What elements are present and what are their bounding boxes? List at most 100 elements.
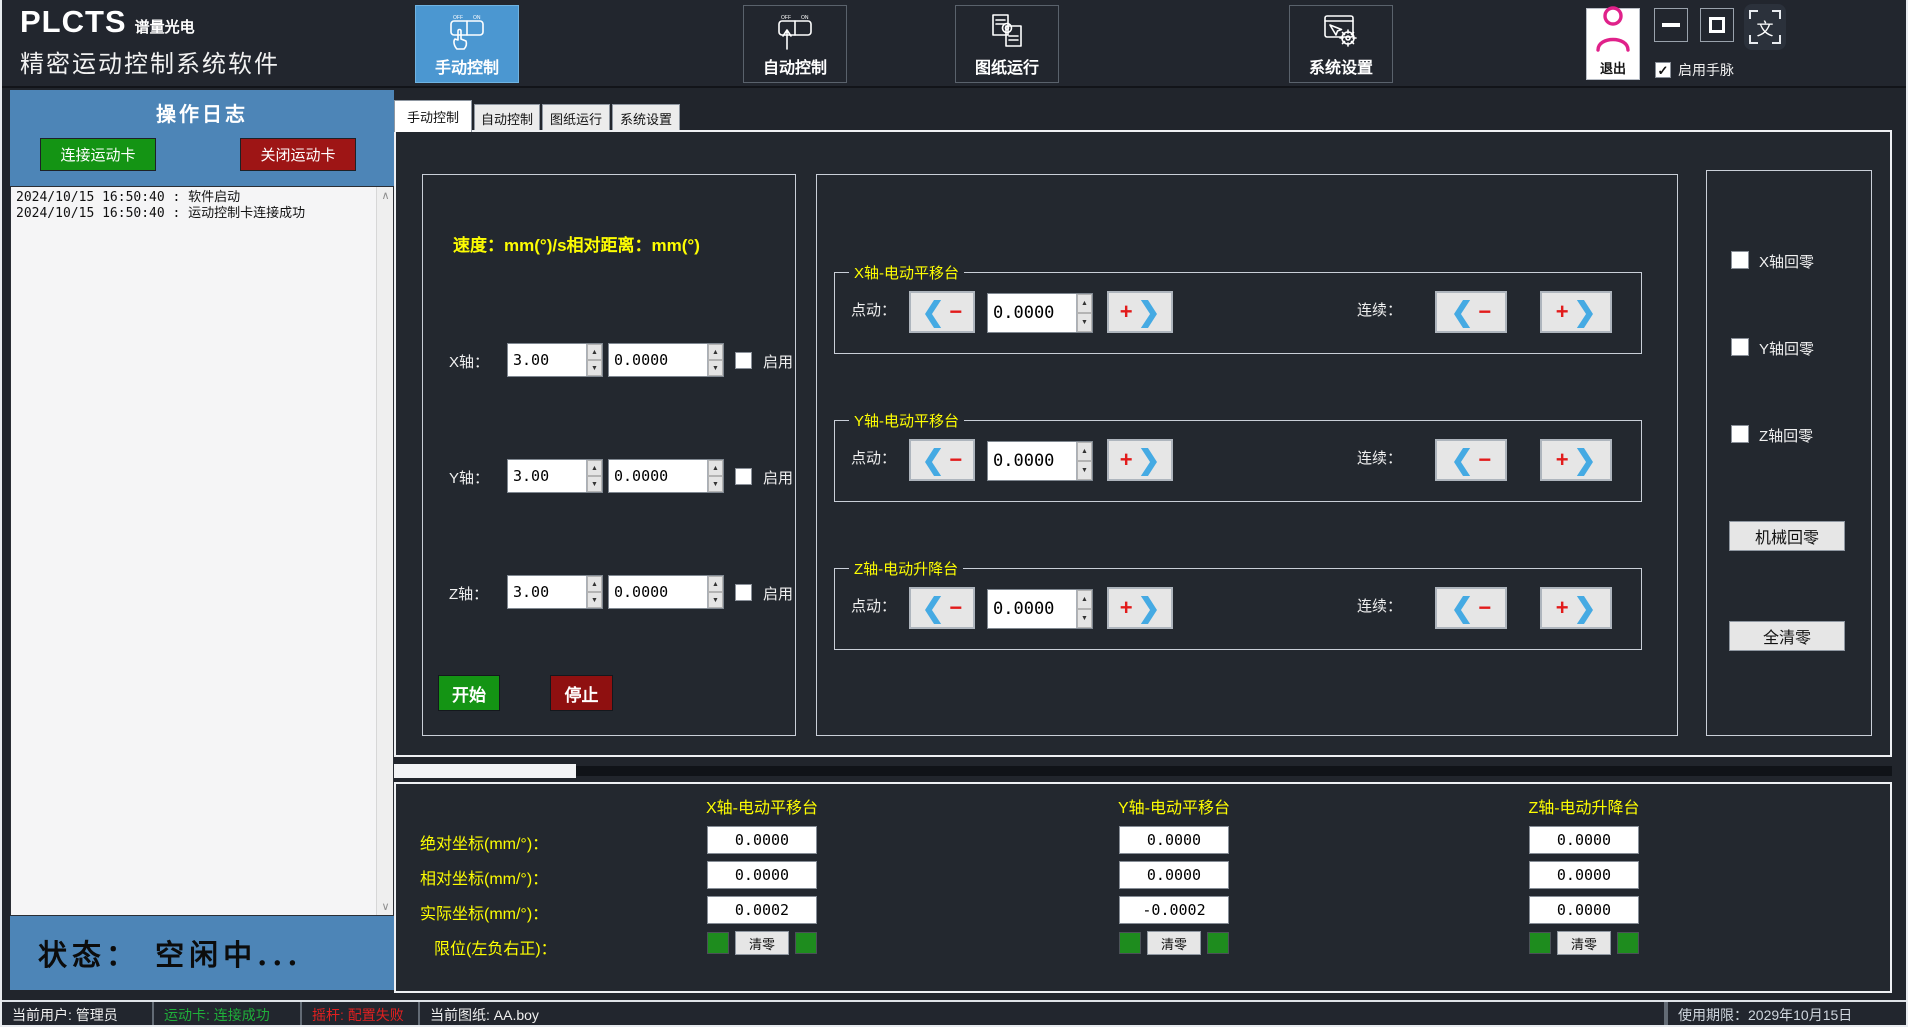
chevron-left-icon: ❮ [1451, 447, 1474, 474]
y-distance-spinbox[interactable]: 0.0000 ▲▼ [608, 459, 724, 493]
x-speed-spinbox[interactable]: 3.00 ▲▼ [507, 343, 603, 377]
x-jog-distance-spinbox[interactable]: 0.0000 ▲▼ [987, 293, 1093, 333]
close-motion-card-button[interactable]: 关闭运动卡 [240, 138, 356, 171]
tab-manual-control[interactable]: 手动控制 [394, 100, 472, 132]
y-jog-distance-spinbox[interactable]: 0.0000 ▲▼ [987, 441, 1093, 481]
nav-button-manual-control[interactable]: OFFON 手动控制 [415, 5, 519, 83]
y-speed-spinbox[interactable]: 3.00 ▲▼ [507, 459, 603, 493]
splitter-handle[interactable] [394, 764, 576, 778]
nav-button-auto-control[interactable]: OFFON 自动控制 [743, 5, 847, 83]
system-settings-icon [1317, 10, 1365, 54]
z-jog-distance-spinbox[interactable]: 0.0000 ▲▼ [987, 589, 1093, 629]
x-home-checkbox[interactable] [1731, 251, 1749, 269]
homing-group: X轴回零 Y轴回零 Z轴回零 机械回零 全清零 [1706, 170, 1872, 736]
minus-icon: − [1478, 449, 1491, 471]
log-scrollbar[interactable]: ∧ ∨ [376, 187, 393, 915]
spin-down-icon[interactable]: ▼ [587, 360, 602, 376]
x-continuous-minus-button[interactable]: ❮ − [1435, 291, 1507, 333]
x-jog-minus-button[interactable]: ❮ − [909, 291, 975, 333]
spin-up-icon[interactable]: ▲ [708, 576, 723, 592]
z-continuous-plus-button[interactable]: + ❯ [1540, 587, 1612, 629]
y-enable-checkbox[interactable] [735, 468, 752, 485]
top-bar: PLCTS谱量光电 精密运动控制系统软件 OFFON 手动控制 OFFON [2, 0, 1908, 88]
tab-label: 手动控制 [407, 107, 459, 126]
nav-button-drawing-run[interactable]: 图纸运行 [955, 5, 1059, 83]
svg-text:OFF: OFF [781, 15, 791, 21]
y-clear-button[interactable]: 清零 [1147, 931, 1201, 955]
spin-down-icon[interactable]: ▼ [708, 476, 723, 492]
y-distance-value: 0.0000 [609, 460, 707, 492]
plus-icon: + [1120, 449, 1133, 471]
y-continuous-minus-button[interactable]: ❮ − [1435, 439, 1507, 481]
spin-up-icon[interactable]: ▲ [587, 460, 602, 476]
scroll-up-icon[interactable]: ∧ [377, 189, 394, 202]
spin-up-icon[interactable]: ▲ [1077, 442, 1092, 461]
spin-down-icon[interactable]: ▼ [587, 476, 602, 492]
spin-down-icon[interactable]: ▼ [587, 592, 602, 608]
y-jog-minus-button[interactable]: ❮ − [909, 439, 975, 481]
z-jog-minus-button[interactable]: ❮ − [909, 587, 975, 629]
z-distance-value: 0.0000 [609, 576, 707, 608]
spin-down-icon[interactable]: ▼ [708, 592, 723, 608]
spin-down-icon[interactable]: ▼ [1077, 461, 1092, 480]
mechanical-home-button[interactable]: 机械回零 [1729, 521, 1845, 551]
z-enable-checkbox[interactable] [735, 584, 752, 601]
clear-all-button[interactable]: 全清零 [1729, 621, 1845, 651]
manual-control-page: 速度：mm(°)/s相对距离：mm(°) X轴： 3.00 ▲▼ 0.0000 … [394, 130, 1892, 757]
nav-button-system-settings[interactable]: 系统设置 [1289, 5, 1393, 83]
x-continuous-plus-button[interactable]: + ❯ [1540, 291, 1612, 333]
continuous-label: 连续： [1357, 595, 1402, 616]
spin-up-icon[interactable]: ▲ [587, 576, 602, 592]
x-enable-checkbox[interactable] [735, 352, 752, 369]
x-clear-button[interactable]: 清零 [735, 931, 789, 955]
spin-up-icon[interactable]: ▲ [708, 460, 723, 476]
spin-up-icon[interactable]: ▲ [1077, 294, 1092, 313]
y-jog-plus-button[interactable]: + ❯ [1107, 439, 1173, 481]
log-area[interactable]: 2024/10/15 16:50:40 : 软件启动 2024/10/15 16… [10, 186, 394, 916]
x-jog-plus-button[interactable]: + ❯ [1107, 291, 1173, 333]
connect-motion-card-button[interactable]: 连接运动卡 [40, 138, 156, 171]
minus-icon: − [949, 449, 962, 471]
spin-up-icon[interactable]: ▲ [1077, 590, 1092, 609]
status-bar: 当前用户: 管理员 运动卡: 连接成功 摇杆: 配置失败 当前图纸: AA.bo… [2, 1000, 1908, 1027]
z-continuous-minus-button[interactable]: ❮ − [1435, 587, 1507, 629]
chevron-left-icon: ❮ [1451, 595, 1474, 622]
z-negative-limit-led [1529, 932, 1551, 954]
z-distance-spinbox[interactable]: 0.0000 ▲▼ [608, 575, 724, 609]
chevron-right-icon: ❯ [1138, 299, 1161, 326]
spin-down-icon[interactable]: ▼ [708, 360, 723, 376]
jog-group-y-title: Y轴-电动平移台 [849, 410, 964, 431]
operation-log-title: 操作日志 [10, 98, 394, 127]
tab-auto-control[interactable]: 自动控制 [474, 104, 540, 131]
text-capture-button[interactable]: 文 [1744, 4, 1786, 50]
z-speed-spinbox[interactable]: 3.00 ▲▼ [507, 575, 603, 609]
y-home-checkbox[interactable] [1731, 338, 1749, 356]
start-button[interactable]: 开始 [438, 675, 500, 711]
exit-button[interactable]: 退出 [1586, 8, 1640, 80]
x-distance-spinbox[interactable]: 0.0000 ▲▼ [608, 343, 724, 377]
minimize-button[interactable] [1654, 8, 1688, 42]
spin-up-icon[interactable]: ▲ [587, 344, 602, 360]
corner-mark [1749, 10, 1758, 19]
tab-label: 系统设置 [620, 109, 672, 128]
y-continuous-plus-button[interactable]: + ❯ [1540, 439, 1612, 481]
y-relative-value: 0.0000 [1119, 861, 1229, 889]
maximize-button[interactable] [1700, 8, 1734, 42]
speed-header: 速度：mm(°)/s相对距离：mm(°) [453, 231, 700, 256]
sidebar-operation-log: 操作日志 连接运动卡 关闭运动卡 2024/10/15 16:50:40 : 软… [10, 90, 394, 990]
y-axis-label: Y轴： [449, 467, 489, 488]
spin-down-icon[interactable]: ▼ [1077, 313, 1092, 332]
z-jog-plus-button[interactable]: + ❯ [1107, 587, 1173, 629]
handwheel-checkbox[interactable]: ✓ [1655, 62, 1671, 78]
x-enable-label: 启用 [763, 351, 793, 372]
stop-button[interactable]: 停止 [550, 675, 613, 711]
z-home-checkbox[interactable] [1731, 425, 1749, 443]
z-clear-button[interactable]: 清零 [1557, 931, 1611, 955]
spin-up-icon[interactable]: ▲ [708, 344, 723, 360]
spin-down-icon[interactable]: ▼ [1077, 609, 1092, 628]
scroll-down-icon[interactable]: ∨ [377, 900, 394, 913]
x-relative-value: 0.0000 [707, 861, 817, 889]
tab-system-settings[interactable]: 系统设置 [612, 104, 680, 131]
chevron-left-icon: ❮ [922, 299, 945, 326]
tab-drawing-run[interactable]: 图纸运行 [542, 104, 610, 131]
